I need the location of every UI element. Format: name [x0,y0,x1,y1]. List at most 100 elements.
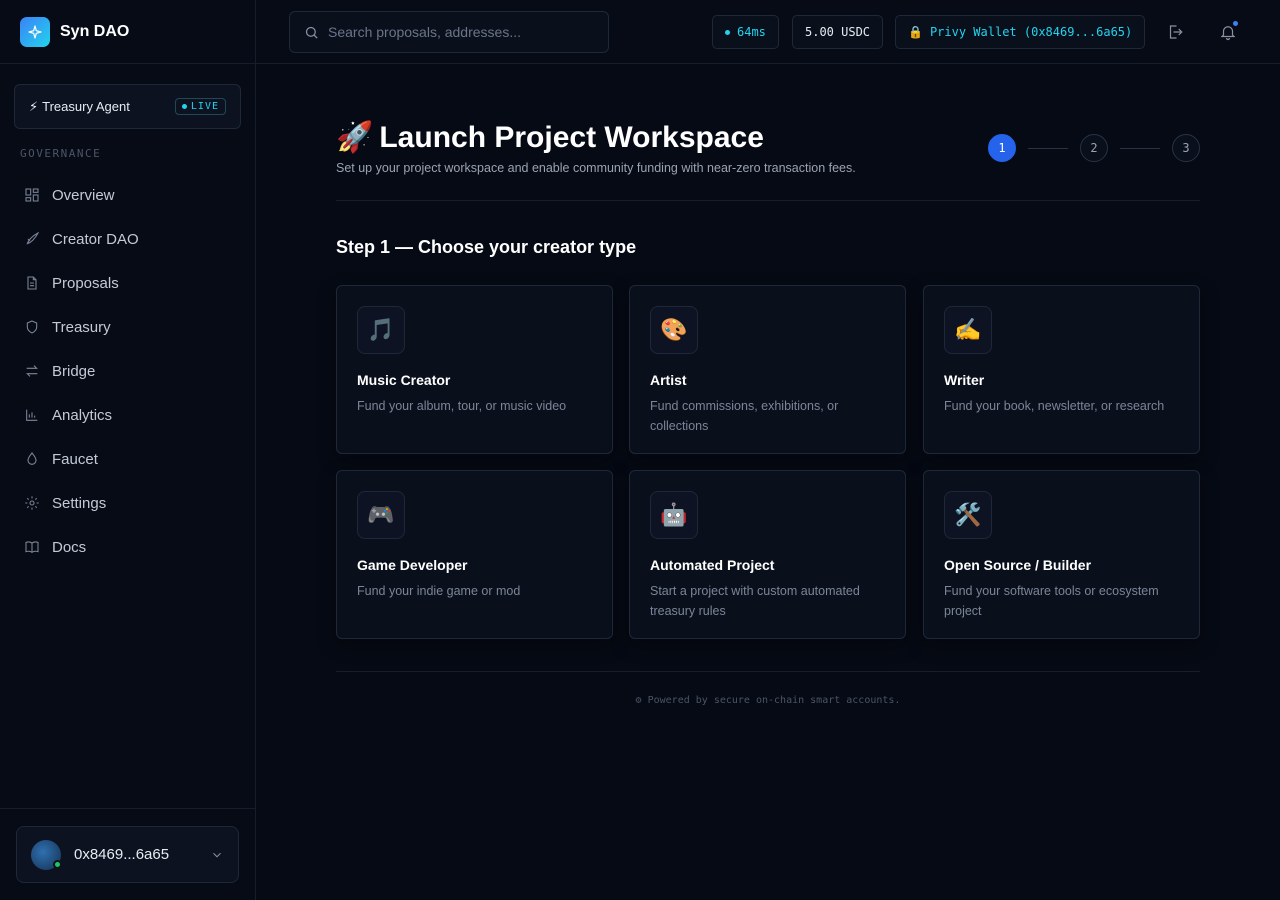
footer-note: ⚙ Powered by secure on-chain smart accou… [336,695,1200,706]
wallet-button[interactable]: 🔒 Privy Wallet (0x8469...6a65) [895,15,1146,49]
card-description: Fund commissions, exhibitions, or collec… [650,399,839,433]
music-note-icon: 🎵 [357,306,405,354]
lightning-icon: ⚡ [29,98,39,114]
account-address: 0x8469...6a65 [74,846,170,863]
notifications-button[interactable] [1216,20,1240,44]
gear-icon [25,496,39,510]
sidebar-item-label: Settings [52,494,107,512]
brand-name: Syn DAO [60,22,130,40]
sidebar: Syn DAO ⚡ Treasury Agent LIVE GOVERNANCE… [0,0,256,900]
balance-indicator: 5.00 USDC [792,15,884,49]
footer-divider [336,671,1200,672]
card-title: Music Creator [357,372,451,388]
sidebar-item-label: Docs [52,538,87,556]
card-title: Artist [650,372,687,388]
sidebar-item-label: Bridge [52,362,96,380]
step-heading: Step 1 — Choose your creator type [336,237,637,257]
creator-type-artist-card[interactable]: 🎨 Artist Fund commissions, exhibitions, … [629,285,906,454]
notification-dot-icon [1233,21,1238,26]
latency-indicator: 64ms [712,15,779,49]
card-description: Fund your indie game or mod [357,584,521,598]
sidebar-item-analytics[interactable]: Analytics [14,393,241,437]
online-status-icon [53,859,62,869]
header-divider [336,200,1200,201]
document-icon [27,276,37,290]
nav-section-label: GOVERNANCE [20,147,102,160]
card-description: Fund your album, tour, or music video [357,399,567,413]
live-status-text: LIVE [190,101,219,112]
avatar [31,839,62,870]
page-title: 🚀 Launch Project Workspace [336,120,764,155]
card-title: Game Developer [357,557,468,573]
palette-icon: 🎨 [650,306,698,354]
live-dot-icon [181,104,187,109]
search-box[interactable] [289,11,609,53]
sidebar-item-creator-dao[interactable]: Creator DAO [14,217,241,261]
sidebar-item-bridge[interactable]: Bridge [14,349,241,393]
footer-note-text: Powered by secure on-chain smart account… [647,695,901,706]
card-title: Open Source / Builder [944,557,1092,573]
sidebar-item-label: Analytics [52,406,113,424]
sidebar-item-proposals[interactable]: Proposals [14,261,241,305]
creator-type-game-developer-card[interactable]: 🎮 Game Developer Fund your indie game or… [336,470,613,639]
treasury-agent-label: ⚡ Treasury Agent [29,99,130,115]
latency-value: 64ms [737,25,766,39]
chevron-down-icon[interactable] [210,848,224,862]
account-switcher[interactable]: 0x8469...6a65 [16,826,239,883]
card-title: Writer [944,372,985,388]
sidebar-nav: Overview Creator DAO Proposals Treasury … [14,173,241,569]
gear-icon: ⚙ [635,695,642,706]
sidebar-footer: 0x8469...6a65 [0,808,256,900]
page-title-text: Launch Project Workspace [379,120,764,154]
sidebar-item-label: Treasury [52,318,111,336]
sidebar-item-faucet[interactable]: Faucet [14,437,241,481]
sidebar-item-label: Proposals [52,274,119,292]
balance-value: 5.00 USDC [805,25,871,39]
topbar: 64ms 5.00 USDC 🔒 Privy Wallet (0x8469...… [256,0,1280,64]
arrows-icon [26,365,38,377]
tools-icon: 🛠️ [944,491,992,539]
card-description: Start a project with custom automated tr… [650,584,860,618]
latency-dot-icon [725,29,730,35]
step-2[interactable]: 2 [1080,134,1108,162]
step-connector [1120,147,1160,149]
bar-chart-icon [26,409,38,421]
rocket-icon [26,231,40,245]
robot-icon: 🤖 [650,491,698,539]
sidebar-item-docs[interactable]: Docs [14,525,241,569]
brand[interactable]: Syn DAO [0,0,255,64]
logout-button[interactable] [1163,20,1187,44]
grid-icon [25,188,39,202]
shield-icon [26,320,38,334]
gamepad-icon: 🎮 [357,491,405,539]
sidebar-item-label: Overview [52,186,115,204]
creator-type-writer-card[interactable]: ✍️ Writer Fund your book, newsletter, or… [923,285,1200,454]
lock-icon: 🔒 [908,25,923,39]
step-connector [1028,147,1068,149]
treasury-agent-card[interactable]: ⚡ Treasury Agent LIVE [14,84,241,129]
book-icon [25,541,39,553]
creator-type-music-card[interactable]: 🎵 Music Creator Fund your album, tour, o… [336,285,613,454]
page-subtitle: Set up your project workspace and enable… [336,161,856,175]
step-1[interactable]: 1 [988,134,1016,162]
sparkle-logo-icon [20,16,50,47]
wallet-label: Privy Wallet (0x8469...6a65) [929,25,1133,39]
search-icon [305,26,318,39]
sidebar-item-settings[interactable]: Settings [14,481,241,525]
creator-type-automated-project-card[interactable]: 🤖 Automated Project Start a project with… [629,470,906,639]
treasury-agent-text: Treasury Agent [42,99,130,114]
droplet-icon [27,452,37,465]
search-input[interactable] [328,24,588,40]
logout-icon [1169,25,1183,39]
sidebar-item-overview[interactable]: Overview [14,173,241,217]
creator-type-open-source-card[interactable]: 🛠️ Open Source / Builder Fund your softw… [923,470,1200,639]
card-title: Automated Project [650,557,775,573]
writing-hand-icon: ✍️ [944,306,992,354]
sidebar-item-treasury[interactable]: Treasury [14,305,241,349]
step-3[interactable]: 3 [1172,134,1200,162]
card-description: Fund your software tools or ecosystem pr… [944,584,1159,618]
sidebar-item-label: Faucet [52,450,98,468]
live-status-badge: LIVE [174,98,226,115]
stepper: 1 2 3 [988,134,1200,162]
sidebar-item-label: Creator DAO [52,230,139,248]
